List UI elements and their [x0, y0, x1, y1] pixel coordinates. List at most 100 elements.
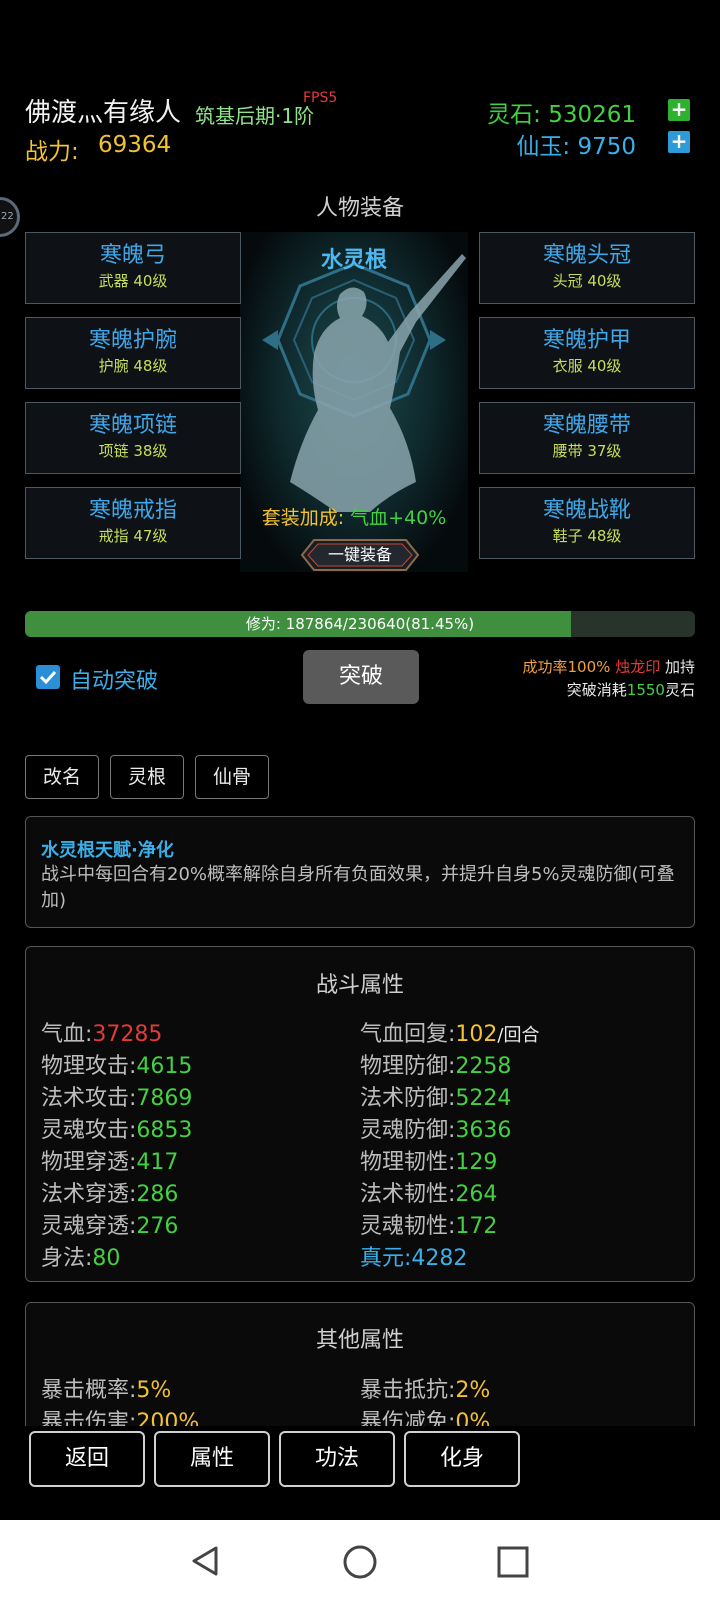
stat-key: 灵魂攻击:	[41, 1118, 137, 1143]
back-button[interactable]: 返回	[29, 1431, 145, 1487]
stat-hp: 气血:37285	[41, 1016, 162, 1048]
stat-unit: /回合	[497, 1025, 540, 1046]
skills-button[interactable]: 功法	[279, 1431, 395, 1487]
stat-key: 气血回复:	[360, 1022, 456, 1047]
cultivation-progress-text: 修为: 187864/230640(81.45%)	[245, 615, 475, 633]
stat-key: 灵魂韧性:	[360, 1214, 456, 1239]
stat-value: 2258	[455, 1054, 512, 1079]
equip-slot-bracer[interactable]: 寒魄护腕 护腕 48级	[25, 317, 241, 389]
stat-value: 4282	[411, 1246, 468, 1271]
equip-level: 戒指 47级	[98, 527, 168, 545]
stat-value: 276	[136, 1214, 179, 1239]
equip-name: 寒魄头冠	[542, 243, 631, 268]
stat-magic-penetration: 法术穿透:286	[41, 1176, 178, 1208]
cost-suffix: 灵石	[664, 681, 695, 699]
home-circle-icon[interactable]	[342, 1544, 378, 1580]
jade-value: 9750	[577, 134, 636, 160]
power-label: 战力:	[25, 139, 79, 165]
auto-breakthrough-label[interactable]: 自动突破	[70, 663, 158, 695]
stat-key: 灵魂防御:	[360, 1118, 456, 1143]
talent-description: 战斗中每回合有20%概率解除自身所有负面效果，并提升自身5%灵魂防御(可叠加)	[41, 864, 675, 911]
stat-key: 真元:	[360, 1246, 412, 1271]
realm-label: 筑基后期·1阶	[195, 104, 315, 128]
stat-key: 法术韧性:	[360, 1182, 456, 1207]
equip-level: 头冠 40级	[552, 272, 622, 290]
set-bonus-label: 套装加成:	[261, 507, 345, 529]
equip-slot-helmet[interactable]: 寒魄头冠 头冠 40级	[479, 232, 695, 304]
equip-slot-weapon[interactable]: 寒魄弓 武器 40级	[25, 232, 241, 304]
stat-key: 物理穿透:	[41, 1150, 137, 1175]
cost-value: 1550	[626, 681, 665, 699]
equip-name: 寒魄腰带	[542, 413, 631, 438]
stat-key: 法术攻击:	[41, 1086, 137, 1111]
immortal-bone-button[interactable]: 仙骨	[195, 755, 269, 799]
stat-value: 5%	[136, 1378, 172, 1403]
equip-name: 寒魄护甲	[542, 328, 631, 353]
stat-key: 暴击概率:	[41, 1378, 137, 1403]
stat-key: 灵魂穿透:	[41, 1214, 137, 1239]
stat-value: 129	[455, 1150, 498, 1175]
fps-indicator: FPS5	[303, 90, 338, 106]
stat-key: 物理韧性:	[360, 1150, 456, 1175]
equip-slot-necklace[interactable]: 寒魄项链 项链 38级	[25, 402, 241, 474]
boost-label: 加持	[664, 658, 695, 676]
avatar-button[interactable]: 化身	[404, 1431, 520, 1487]
talent-title: 水灵根天赋·净化	[41, 840, 174, 861]
stat-crit-damage-reduction: 暴伤减免:0%	[360, 1404, 490, 1426]
stat-value: 2%	[455, 1378, 491, 1403]
stat-true-essence: 真元:4282	[360, 1240, 467, 1272]
stat-key: 气血:	[41, 1022, 93, 1047]
stat-value: 200%	[136, 1410, 200, 1426]
equip-name: 寒魄项链	[88, 413, 177, 438]
set-bonus: 套装加成: 气血+40%	[240, 503, 468, 530]
stat-key: 法术防御:	[360, 1086, 456, 1111]
equip-name: 寒魄戒指	[88, 498, 177, 523]
attributes-button[interactable]: 属性	[154, 1431, 270, 1487]
stat-magic-defense: 法术防御:5224	[360, 1080, 511, 1112]
stat-value: 80	[92, 1246, 121, 1271]
equip-slot-boots[interactable]: 寒魄战靴 鞋子 48级	[479, 487, 695, 559]
add-jade-button[interactable]: +	[668, 131, 690, 153]
stat-soul-toughness: 灵魂韧性:172	[360, 1208, 497, 1240]
back-triangle-icon[interactable]	[188, 1544, 222, 1578]
seal-name: 烛龙印	[615, 658, 661, 676]
stat-key: 身法:	[41, 1246, 93, 1271]
equip-level: 鞋子 48级	[552, 527, 622, 545]
combat-stats-title: 战斗属性	[315, 973, 404, 998]
stat-value: 264	[455, 1182, 498, 1207]
stat-value: 37285	[92, 1022, 163, 1047]
breakthrough-cost: 突破消耗1550灵石	[567, 679, 695, 700]
stat-crit-damage: 暴击伤害:200%	[41, 1404, 199, 1426]
stat-magic-toughness: 法术韧性:264	[360, 1176, 497, 1208]
success-rate: 成功率100%	[522, 658, 611, 676]
stat-value: 4615	[136, 1054, 193, 1079]
add-spirit-stone-button[interactable]: +	[668, 99, 690, 121]
stat-soul-penetration: 灵魂穿透:276	[41, 1208, 178, 1240]
scroll-clip: 其他属性 暴击概率:5% 暴击伤害:200% 暴击抵抗:2% 暴伤减免:0%	[0, 1300, 720, 1426]
spirit-root-button[interactable]: 灵根	[110, 755, 184, 799]
equip-slot-armor[interactable]: 寒魄护甲 衣服 40级	[479, 317, 695, 389]
breakthrough-button[interactable]: 突破	[303, 650, 419, 704]
one-key-equip-button[interactable]: 一键装备	[300, 538, 420, 572]
stat-magic-attack: 法术攻击:7869	[41, 1080, 192, 1112]
equip-name: 寒魄弓	[99, 243, 166, 268]
equip-level: 护腕 48级	[98, 357, 168, 375]
jade-display: 仙玉: 9750	[516, 127, 636, 161]
stat-physical-attack: 物理攻击:4615	[41, 1048, 192, 1080]
stat-soul-defense: 灵魂防御:3636	[360, 1112, 511, 1144]
equip-slot-belt[interactable]: 寒魄腰带 腰带 37级	[479, 402, 695, 474]
stat-key: 法术穿透:	[41, 1182, 137, 1207]
rename-button[interactable]: 改名	[25, 755, 99, 799]
recents-square-icon[interactable]	[496, 1545, 530, 1579]
cost-prefix: 突破消耗	[566, 681, 627, 699]
stat-value: 172	[455, 1214, 498, 1239]
auto-breakthrough-checkbox[interactable]	[36, 665, 60, 689]
stat-value: 0%	[455, 1410, 491, 1426]
stat-physical-penetration: 物理穿透:417	[41, 1144, 178, 1176]
equip-slot-ring[interactable]: 寒魄戒指 戒指 47级	[25, 487, 241, 559]
stat-value: 6853	[136, 1118, 193, 1143]
stat-crit-rate: 暴击概率:5%	[41, 1372, 171, 1404]
stat-agility: 身法:80	[41, 1240, 120, 1272]
other-stats-title: 其他属性	[315, 1328, 404, 1353]
equip-level: 武器 40级	[98, 272, 168, 290]
